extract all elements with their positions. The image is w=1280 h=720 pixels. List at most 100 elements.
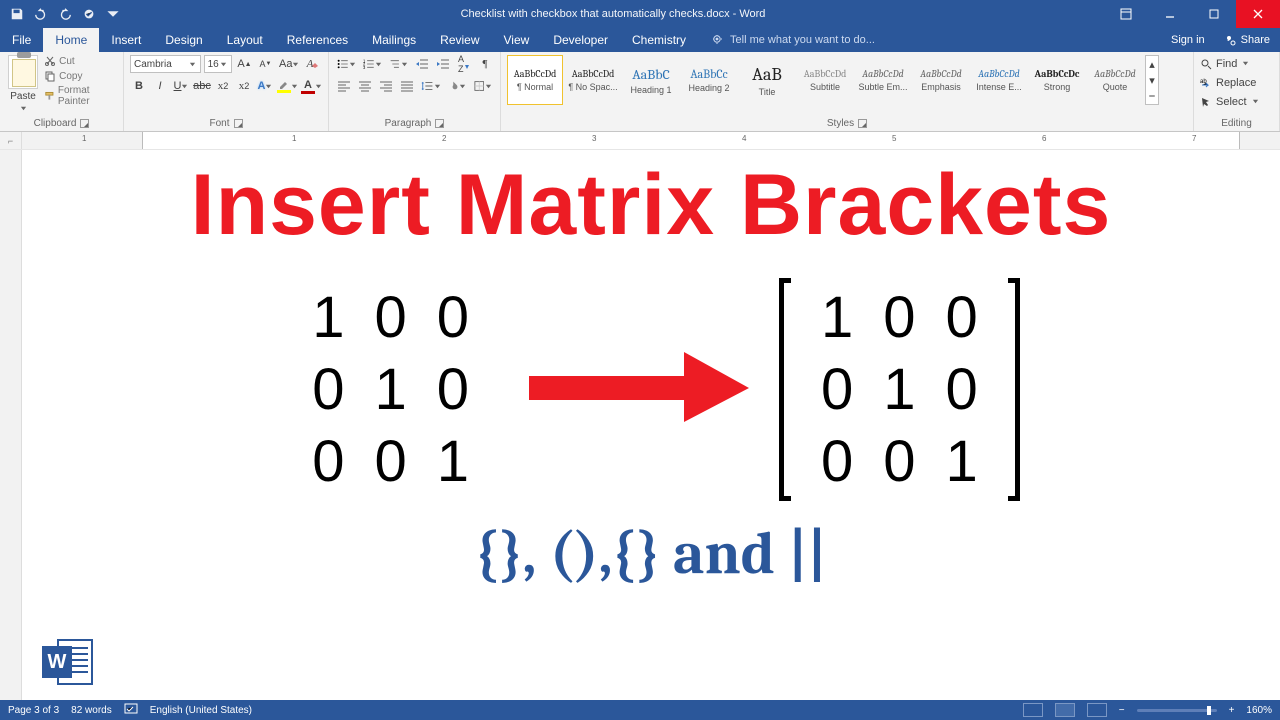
ruler-corner: ⌐ bbox=[0, 132, 22, 149]
close-button[interactable] bbox=[1236, 0, 1280, 28]
styles-dialog-icon[interactable] bbox=[858, 119, 867, 128]
style-subtle-em-[interactable]: AaBbCcDdSubtle Em... bbox=[855, 55, 911, 105]
clipboard-dialog-icon[interactable] bbox=[80, 119, 89, 128]
ribbon-tabs: File Home Insert Design Layout Reference… bbox=[0, 28, 1280, 52]
read-mode-icon[interactable] bbox=[1023, 703, 1043, 717]
redo-icon[interactable] bbox=[56, 5, 74, 23]
tell-me-search[interactable]: Tell me what you want to do... bbox=[698, 28, 875, 52]
vertical-ruler[interactable] bbox=[0, 150, 22, 700]
tab-insert[interactable]: Insert bbox=[99, 28, 153, 52]
increase-indent-button[interactable] bbox=[434, 55, 452, 73]
tab-chemistry[interactable]: Chemistry bbox=[620, 28, 698, 52]
style-quote[interactable]: AaBbCcDdQuote bbox=[1087, 55, 1143, 105]
style-gallery-scroll[interactable]: ▴▾⎯ bbox=[1145, 55, 1159, 105]
subscript-button[interactable]: x2 bbox=[214, 77, 232, 95]
change-case-button[interactable]: Aa bbox=[277, 55, 301, 73]
format-painter-button[interactable]: Format Painter bbox=[44, 85, 117, 107]
tab-design[interactable]: Design bbox=[153, 28, 214, 52]
chevron-down-icon[interactable] bbox=[19, 104, 28, 113]
tab-references[interactable]: References bbox=[275, 28, 360, 52]
sort-button[interactable]: AZ bbox=[455, 55, 473, 73]
zoom-slider[interactable] bbox=[1137, 709, 1217, 712]
align-right-button[interactable] bbox=[377, 77, 395, 95]
grow-font-button[interactable]: A▲ bbox=[235, 55, 253, 73]
status-page[interactable]: Page 3 of 3 bbox=[8, 705, 59, 716]
font-name-input[interactable]: Cambria bbox=[130, 55, 201, 73]
find-button[interactable]: Find bbox=[1200, 55, 1273, 72]
tab-developer[interactable]: Developer bbox=[541, 28, 620, 52]
select-button[interactable]: Select bbox=[1200, 93, 1273, 110]
zoom-out-button[interactable]: − bbox=[1119, 705, 1125, 716]
borders-button[interactable] bbox=[472, 77, 494, 95]
horizontal-ruler[interactable]: ⌐ 1 1 2 3 4 5 6 7 bbox=[0, 132, 1280, 150]
bullets-button[interactable] bbox=[335, 55, 358, 73]
style-subtitle[interactable]: AaBbCcDdSubtitle bbox=[797, 55, 853, 105]
tab-file[interactable]: File bbox=[0, 28, 43, 52]
underline-button[interactable]: U bbox=[172, 77, 190, 95]
style-strong[interactable]: AaBbCcDcStrong bbox=[1029, 55, 1085, 105]
shading-button[interactable] bbox=[446, 77, 468, 95]
style--no-spac-[interactable]: AaBbCcDd¶ No Spac... bbox=[565, 55, 621, 105]
sign-in-link[interactable]: Sign in bbox=[1161, 28, 1215, 52]
font-dialog-icon[interactable] bbox=[234, 119, 243, 128]
line-spacing-button[interactable] bbox=[419, 77, 443, 95]
bold-button[interactable]: B bbox=[130, 77, 148, 95]
save-icon[interactable] bbox=[8, 5, 26, 23]
italic-button[interactable]: I bbox=[151, 77, 169, 95]
group-clipboard: Paste Cut Copy Format Painter Clipboard bbox=[0, 52, 124, 131]
multilevel-list-button[interactable] bbox=[387, 55, 410, 73]
tab-review[interactable]: Review bbox=[428, 28, 491, 52]
style-intense-e-[interactable]: AaBbCcDdIntense E... bbox=[971, 55, 1027, 105]
cut-button[interactable]: Cut bbox=[44, 55, 117, 67]
spellcheck-icon[interactable] bbox=[124, 703, 138, 718]
tab-layout[interactable]: Layout bbox=[215, 28, 275, 52]
page[interactable]: Insert Matrix Brackets 100010001 1000100… bbox=[22, 150, 1280, 700]
style--normal[interactable]: AaBbCcDd¶ Normal bbox=[507, 55, 563, 105]
align-left-button[interactable] bbox=[335, 77, 353, 95]
justify-button[interactable] bbox=[398, 77, 416, 95]
align-center-button[interactable] bbox=[356, 77, 374, 95]
shrink-font-button[interactable]: A▼ bbox=[256, 55, 274, 73]
copy-button[interactable]: Copy bbox=[44, 70, 117, 82]
replace-button[interactable]: abReplace bbox=[1200, 74, 1273, 91]
highlight-button[interactable] bbox=[277, 77, 298, 95]
ribbon-options-icon[interactable] bbox=[1104, 0, 1148, 28]
status-language[interactable]: English (United States) bbox=[150, 705, 252, 716]
subline-text: {}, (),{} and || bbox=[52, 519, 1250, 588]
editing-label: Editing bbox=[1221, 118, 1252, 129]
word-logo-icon: W bbox=[40, 634, 96, 690]
tab-view[interactable]: View bbox=[492, 28, 542, 52]
paragraph-dialog-icon[interactable] bbox=[435, 119, 444, 128]
tab-home[interactable]: Home bbox=[43, 28, 99, 52]
font-size-input[interactable]: 16 bbox=[204, 55, 233, 73]
paste-button[interactable]: Paste bbox=[6, 55, 40, 113]
superscript-button[interactable]: x2 bbox=[235, 77, 253, 95]
qat-more-icon[interactable] bbox=[104, 5, 122, 23]
undo-icon[interactable] bbox=[32, 5, 50, 23]
style-heading-[interactable]: AaBbCcHeading 2 bbox=[681, 55, 737, 105]
decrease-indent-button[interactable] bbox=[413, 55, 431, 73]
share-button[interactable]: Share bbox=[1215, 28, 1280, 52]
text-effects-button[interactable]: A bbox=[256, 77, 274, 95]
maximize-button[interactable] bbox=[1192, 0, 1236, 28]
zoom-in-button[interactable]: + bbox=[1229, 705, 1235, 716]
status-words[interactable]: 82 words bbox=[71, 705, 112, 716]
clear-formatting-button[interactable]: A bbox=[304, 55, 322, 73]
svg-text:3: 3 bbox=[363, 65, 366, 70]
strikethrough-button[interactable]: abc bbox=[193, 77, 211, 95]
font-color-button[interactable]: A bbox=[301, 77, 322, 95]
touchmode-icon[interactable] bbox=[80, 5, 98, 23]
document-area[interactable]: Insert Matrix Brackets 100010001 1000100… bbox=[0, 150, 1280, 700]
web-layout-icon[interactable] bbox=[1087, 703, 1107, 717]
minimize-button[interactable] bbox=[1148, 0, 1192, 28]
style-emphasis[interactable]: AaBbCcDdEmphasis bbox=[913, 55, 969, 105]
tab-mailings[interactable]: Mailings bbox=[360, 28, 428, 52]
group-styles: AaBbCcDd¶ NormalAaBbCcDd¶ No Spac...AaBb… bbox=[501, 52, 1194, 131]
show-marks-button[interactable]: ¶ bbox=[476, 55, 494, 73]
paste-icon bbox=[8, 55, 38, 89]
numbering-button[interactable]: 123 bbox=[361, 55, 384, 73]
print-layout-icon[interactable] bbox=[1055, 703, 1075, 717]
style-title[interactable]: AaBTitle bbox=[739, 55, 795, 105]
style-heading-[interactable]: AaBbCHeading 1 bbox=[623, 55, 679, 105]
zoom-level[interactable]: 160% bbox=[1246, 705, 1272, 716]
